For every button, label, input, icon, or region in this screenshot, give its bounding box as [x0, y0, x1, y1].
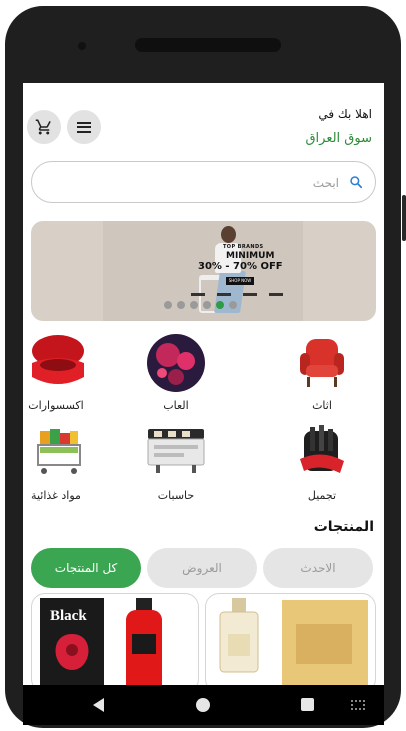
product-card[interactable]	[205, 593, 376, 685]
front-camera	[78, 42, 86, 50]
banner-headline: MINIMUM	[226, 251, 275, 261]
computer-icon	[146, 423, 206, 483]
product-brand-text: Black	[50, 608, 87, 624]
product-card[interactable]: Black	[31, 593, 199, 685]
carousel-dot[interactable]	[190, 301, 198, 309]
carousel-dot[interactable]	[203, 301, 211, 309]
back-icon[interactable]	[93, 698, 104, 712]
app-name: سوق العراق	[305, 131, 372, 146]
category-label: العاب	[163, 399, 189, 412]
armchair-icon	[292, 333, 352, 393]
banner-brand-logos	[191, 293, 291, 297]
carousel-dot[interactable]	[229, 301, 237, 309]
banner-cta[interactable]: SHOP NOW	[226, 277, 254, 285]
home-icon[interactable]	[196, 698, 210, 712]
hamburger-icon	[77, 121, 91, 133]
category-groceries[interactable]: مواد غذائية	[23, 423, 101, 502]
banner-discount: 30% - 70% OFF	[198, 261, 283, 272]
jewelry-box-icon	[26, 333, 86, 393]
carousel-indicator	[164, 301, 237, 309]
volume-button	[402, 195, 406, 241]
makeup-brushes-icon	[292, 423, 352, 483]
carousel-dot[interactable]	[164, 301, 172, 309]
category-accessories[interactable]: اكسسوارات	[23, 333, 101, 412]
products-section-title: المنتجات	[313, 519, 374, 535]
category-furniture[interactable]: اثاث	[277, 333, 367, 412]
category-label: تجميل	[307, 489, 337, 502]
category-label: اثاث	[312, 399, 332, 412]
search-input[interactable]	[49, 173, 339, 193]
category-toys[interactable]: العاب	[131, 333, 221, 412]
app-screen: اهلا بك في سوق العراق TOP BRANDS MINIMUM…	[23, 83, 384, 685]
carousel-dot[interactable]	[177, 301, 185, 309]
category-beauty[interactable]: تجميل	[277, 423, 367, 502]
keyboard-icon[interactable]	[351, 700, 365, 710]
phone-device: اهلا بك في سوق العراق TOP BRANDS MINIMUM…	[0, 0, 406, 731]
cart-button[interactable]	[27, 110, 61, 144]
model-head	[221, 226, 236, 243]
category-computers[interactable]: حاسبات	[131, 423, 221, 502]
product-image-perfume-gold	[219, 598, 368, 685]
banner-brand-line: TOP BRANDS	[223, 244, 264, 250]
earpiece-speaker	[135, 38, 281, 52]
promo-banner[interactable]: TOP BRANDS MINIMUM 30% - 70% OFF SHOP NO…	[31, 221, 376, 321]
category-label: مواد غذائية	[31, 489, 81, 502]
tab-all-products[interactable]: كل المنتجات	[31, 548, 141, 588]
cart-icon	[35, 119, 51, 135]
category-label: اكسسوارات	[28, 399, 84, 412]
menu-button[interactable]	[67, 110, 101, 144]
toy-ball-icon	[146, 333, 206, 393]
carousel-dot[interactable]	[216, 301, 224, 309]
system-nav-bar	[23, 685, 384, 725]
product-image-perfume-black: Black	[40, 598, 162, 685]
greeting-text: اهلا بك في	[318, 107, 372, 121]
search-bar[interactable]	[31, 161, 376, 203]
tab-offers[interactable]: العروض	[147, 548, 257, 588]
search-icon[interactable]	[349, 175, 363, 189]
recent-apps-icon[interactable]	[301, 698, 314, 711]
grocery-cart-icon	[26, 423, 86, 483]
tab-latest[interactable]: الاحدث	[263, 548, 373, 588]
category-label: حاسبات	[157, 489, 195, 502]
